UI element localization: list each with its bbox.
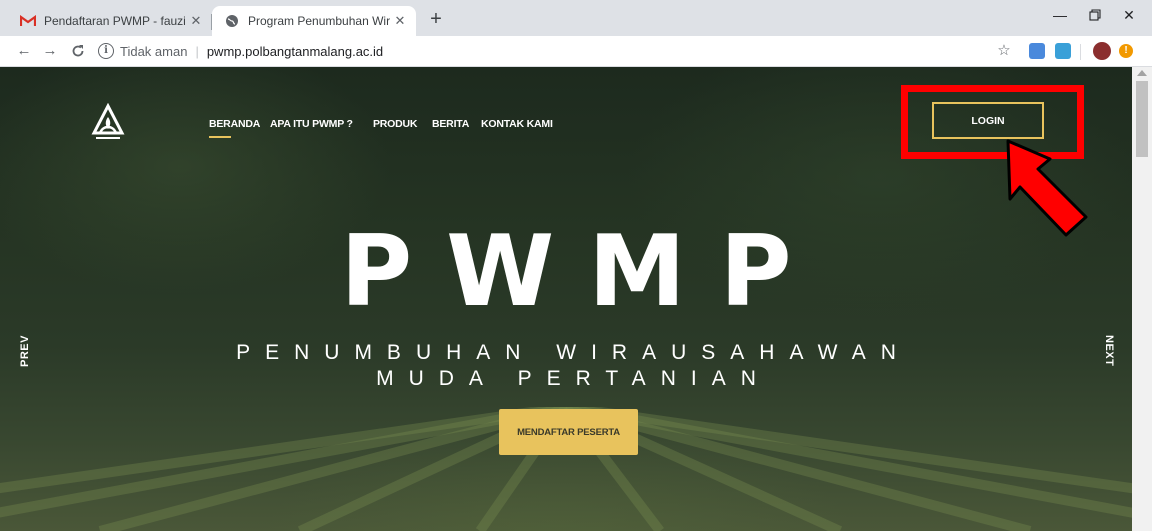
address-separator: |	[195, 43, 199, 59]
new-tab-button[interactable]: +	[424, 8, 448, 32]
update-icon[interactable]: !	[1119, 44, 1133, 58]
browser-toolbar: ← → i Tidak aman | pwmp.polbangtanmalang…	[0, 36, 1152, 67]
close-tab-icon[interactable]: ✕	[390, 13, 410, 29]
toolbar-divider	[1080, 44, 1081, 60]
security-status: Tidak aman	[120, 43, 188, 59]
hero-subtitle: PENUMBUHAN WIRAUSAHAWAN MUDA PERTANIAN	[0, 340, 1132, 392]
nav-apa-itu-pwmp[interactable]: APA ITU PWMP ?	[270, 118, 353, 130]
tab-title: Program Penumbuhan Wirausaha	[248, 14, 390, 28]
site-logo[interactable]	[88, 103, 128, 145]
scroll-up-arrow-icon[interactable]	[1137, 70, 1147, 76]
hero-subtitle-line-1: PENUMBUHAN WIRAUSAHAWAN	[236, 341, 911, 364]
close-tab-icon[interactable]: ✕	[186, 13, 206, 29]
nav-produk[interactable]: PRODUK	[373, 118, 418, 130]
page-scrollbar[interactable]	[1132, 67, 1152, 531]
reload-icon[interactable]	[66, 39, 90, 63]
address-bar[interactable]: i Tidak aman | pwmp.polbangtanmalang.ac.…	[98, 40, 383, 62]
hero-title: PWMP	[340, 215, 826, 329]
tab-title: Pendaftaran PWMP - fauziah.yuq	[44, 14, 186, 28]
next-slide-button[interactable]: NEXT	[1103, 335, 1115, 366]
profile-avatar[interactable]	[1093, 42, 1111, 60]
tab-pwmp[interactable]: Program Penumbuhan Wirausaha ✕	[212, 6, 416, 36]
forward-arrow-icon[interactable]: →	[38, 39, 62, 63]
register-participant-button[interactable]: MENDAFTAR PESERTA	[499, 409, 638, 455]
globe-icon	[224, 13, 240, 29]
tab-gmail[interactable]: Pendaftaran PWMP - fauziah.yuq ✕	[8, 6, 212, 36]
gmail-icon	[20, 13, 36, 29]
browser-tab-strip: Pendaftaran PWMP - fauziah.yuq ✕ Program…	[0, 0, 1152, 36]
extension-icon[interactable]	[1055, 43, 1071, 59]
hero-section: BERANDA APA ITU PWMP ? PRODUK BERITA KON…	[0, 67, 1132, 531]
hero-subtitle-line-2: MUDA PERTANIAN	[376, 367, 771, 390]
prev-slide-button[interactable]: PREV	[19, 335, 31, 367]
nav-berita[interactable]: BERITA	[432, 118, 469, 130]
bookmark-star-icon[interactable]: ☆	[992, 39, 1016, 63]
extension-icon[interactable]	[1029, 43, 1045, 59]
nav-kontak-kami[interactable]: KONTAK KAMI	[481, 118, 553, 130]
close-window-icon[interactable]: ✕	[1106, 0, 1152, 30]
back-arrow-icon[interactable]: ←	[12, 39, 36, 63]
info-icon[interactable]: i	[98, 43, 114, 59]
url-text[interactable]: pwmp.polbangtanmalang.ac.id	[207, 44, 383, 59]
scrollbar-thumb[interactable]	[1136, 81, 1148, 157]
nav-beranda[interactable]: BERANDA	[209, 118, 260, 138]
